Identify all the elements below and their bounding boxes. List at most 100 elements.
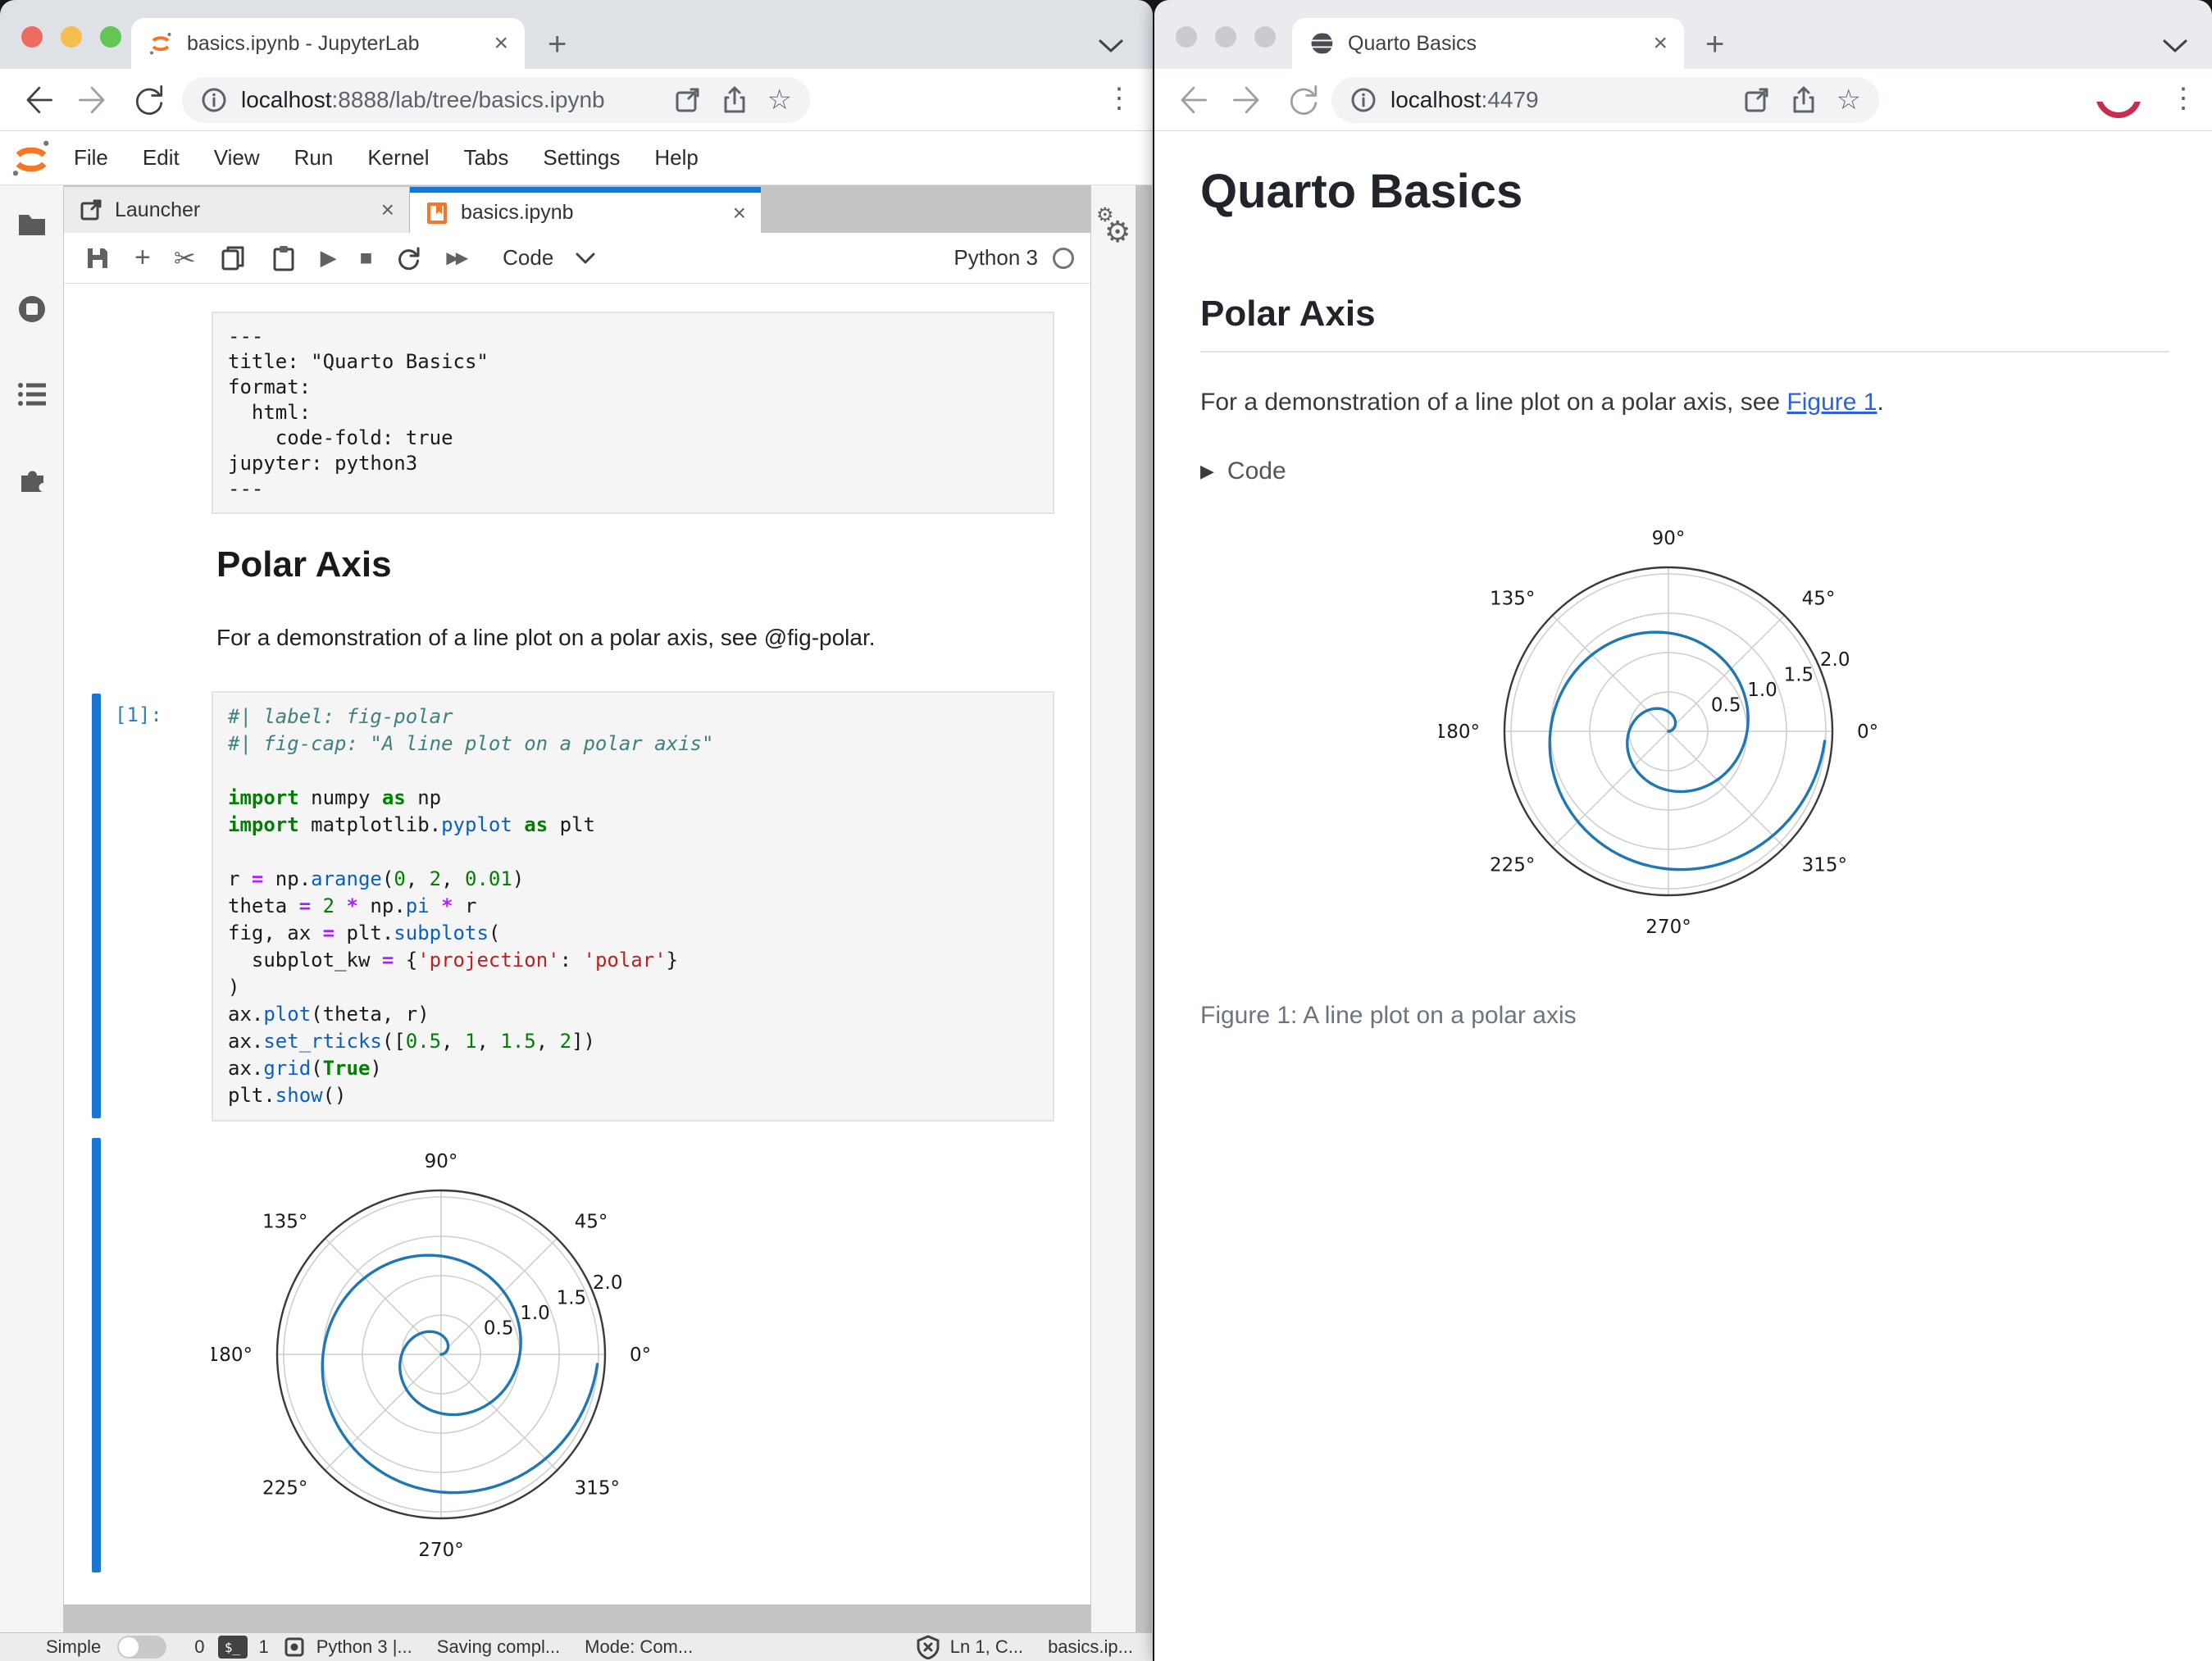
trust-shield-icon[interactable]	[916, 1635, 940, 1659]
running-kernels-icon[interactable]	[16, 294, 48, 325]
tab-launcher[interactable]: Launcher ×	[64, 187, 410, 233]
svg-text:2.0: 2.0	[1820, 649, 1850, 671]
bookmark-star-icon[interactable]: ☆	[767, 84, 792, 116]
jupyter-logo	[12, 140, 49, 175]
code-cell[interactable]: #| label: fig-polar #| fig-cap: "A line p…	[212, 691, 1054, 1122]
jupyterlab-browser-window: basics.ipynb - JupyterLab × + localhost:…	[0, 0, 1153, 1661]
kernel-status-text[interactable]: Python 3 |...	[316, 1636, 412, 1658]
forward-icon[interactable]	[1228, 80, 1268, 120]
browser-menu-icon[interactable]: ⋮	[2169, 82, 2197, 115]
simple-mode-label: Simple	[46, 1636, 102, 1657]
polar-plot: 0° 45° 90° 135° 180° 225° 270° 315° 0.5 1.0 1.5 2.0	[1435, 528, 1879, 938]
chevron-down-icon[interactable]	[575, 252, 596, 265]
code-line: plt.show()	[228, 1084, 347, 1107]
open-in-new-icon[interactable]	[672, 85, 702, 115]
notebook-content[interactable]: --- title: "Quarto Basics" format: html: c…	[64, 284, 1090, 1604]
browser-tab-title: basics.ipynb - JupyterLab	[187, 31, 420, 55]
code-line: subplot_kw = {'projection': 'polar'}	[228, 949, 679, 972]
profile-avatar[interactable]	[2096, 102, 2141, 120]
scrollbar[interactable]	[1136, 185, 1152, 1632]
menu-tabs[interactable]: Tabs	[463, 145, 508, 171]
browser-tab[interactable]: Quarto Basics ×	[1292, 18, 1684, 69]
tab-notebook[interactable]: basics.ipynb ×	[410, 187, 761, 233]
close-tab-icon[interactable]: ×	[494, 30, 508, 57]
close-window-button[interactable]	[21, 26, 43, 48]
forward-icon[interactable]	[74, 80, 113, 120]
cut-cells-icon[interactable]: ✂	[174, 243, 196, 274]
share-icon[interactable]	[1789, 85, 1818, 115]
back-icon[interactable]	[1172, 80, 1212, 120]
code-fold-toggle[interactable]: ▶ Code	[1200, 457, 1286, 485]
close-tab-icon[interactable]: ×	[381, 197, 394, 223]
maximize-window-button[interactable]	[100, 26, 121, 48]
figure-link[interactable]: Figure 1	[1786, 389, 1877, 416]
code-line: ax.grid(True)	[228, 1057, 382, 1080]
menu-run[interactable]: Run	[294, 145, 334, 171]
browser-tab[interactable]: basics.ipynb - JupyterLab ×	[131, 18, 525, 69]
active-cell-indicator[interactable]	[92, 694, 101, 1118]
window-controls[interactable]	[1176, 26, 1276, 48]
simple-mode-toggle[interactable]	[117, 1636, 167, 1659]
menu-view[interactable]: View	[214, 145, 260, 171]
interrupt-kernel-icon[interactable]: ■	[360, 245, 373, 271]
mode-indicator[interactable]: Mode: Com...	[585, 1636, 693, 1658]
paste-cells-icon[interactable]	[270, 244, 298, 272]
close-tab-icon[interactable]: ×	[1653, 30, 1668, 57]
jupyterlab-status-bar: Simple 0 $_ 1 Python 3 |... Saving compl…	[0, 1632, 1153, 1661]
menu-settings[interactable]: Settings	[543, 145, 620, 171]
copy-cells-icon[interactable]	[219, 244, 247, 272]
kernel-count[interactable]: 1	[259, 1636, 269, 1658]
share-icon[interactable]	[720, 85, 749, 115]
notebook-section-heading: Polar Axis	[216, 544, 392, 585]
open-in-new-icon[interactable]	[1741, 85, 1771, 115]
chevron-down-icon[interactable]	[1097, 38, 1125, 54]
window-controls[interactable]	[21, 26, 121, 48]
chevron-down-icon[interactable]	[2161, 38, 2189, 54]
yaml-line: format:	[228, 375, 312, 398]
back-icon[interactable]	[18, 80, 57, 120]
site-info-icon[interactable]	[1350, 86, 1377, 114]
svg-text:315°: 315°	[1802, 855, 1847, 876]
close-tab-icon[interactable]: ×	[733, 200, 746, 226]
address-bar[interactable]: localhost:4479 ☆	[1331, 77, 1879, 123]
menu-file[interactable]: File	[74, 145, 108, 171]
yaml-cell[interactable]: --- title: "Quarto Basics" format: html: c…	[212, 312, 1054, 514]
cell-type-select[interactable]: Code	[503, 245, 553, 271]
maximize-window-button[interactable]	[1254, 26, 1276, 48]
minimize-window-button[interactable]	[1215, 26, 1236, 48]
restart-kernel-icon[interactable]	[395, 244, 423, 272]
active-filename[interactable]: basics.ip...	[1048, 1636, 1133, 1658]
menu-edit[interactable]: Edit	[143, 145, 180, 171]
menu-help[interactable]: Help	[654, 145, 698, 171]
reload-icon[interactable]	[1284, 80, 1323, 120]
jupyterlab-main-area: Launcher × basics.ipynb × + ✂ ▶ ■ ▶▶ Cod…	[64, 185, 1090, 1632]
table-of-contents-icon[interactable]	[16, 379, 48, 410]
terminal-count[interactable]: 0	[194, 1636, 204, 1658]
run-cell-icon[interactable]: ▶	[321, 245, 337, 271]
jupyterlab-activity-bar	[0, 185, 64, 1632]
quarto-browser-window: Quarto Basics × + localhost:4479 ☆ ⋮ Qua…	[1154, 0, 2212, 1661]
address-bar[interactable]: localhost:8888/lab/tree/basics.ipynb ☆	[182, 77, 810, 123]
launcher-icon	[80, 199, 102, 221]
cursor-position[interactable]: Ln 1, C...	[950, 1636, 1023, 1658]
output-collapser[interactable]	[92, 1138, 101, 1572]
tab-launcher-label: Launcher	[115, 198, 201, 221]
browser-menu-icon[interactable]: ⋮	[1105, 82, 1133, 115]
save-icon[interactable]	[84, 244, 112, 272]
file-browser-icon[interactable]	[16, 208, 48, 239]
notebook-paragraph: For a demonstration of a line plot on a …	[216, 625, 876, 650]
kernel-indicator[interactable]: Python 3	[954, 245, 1090, 271]
extension-manager-icon[interactable]	[16, 464, 48, 495]
bookmark-star-icon[interactable]: ☆	[1837, 84, 1861, 116]
site-info-icon[interactable]	[200, 86, 228, 114]
reload-icon[interactable]	[130, 80, 169, 120]
saving-status: Saving compl...	[436, 1636, 561, 1657]
add-cell-icon[interactable]: +	[134, 242, 151, 274]
minimize-window-button[interactable]	[61, 26, 82, 48]
details-triangle-icon: ▶	[1200, 461, 1214, 481]
restart-run-all-icon[interactable]: ▶▶	[446, 248, 468, 268]
menu-kernel[interactable]: Kernel	[367, 145, 429, 171]
close-window-button[interactable]	[1176, 26, 1197, 48]
new-tab-button[interactable]: +	[1705, 28, 1724, 61]
new-tab-button[interactable]: +	[548, 28, 567, 61]
